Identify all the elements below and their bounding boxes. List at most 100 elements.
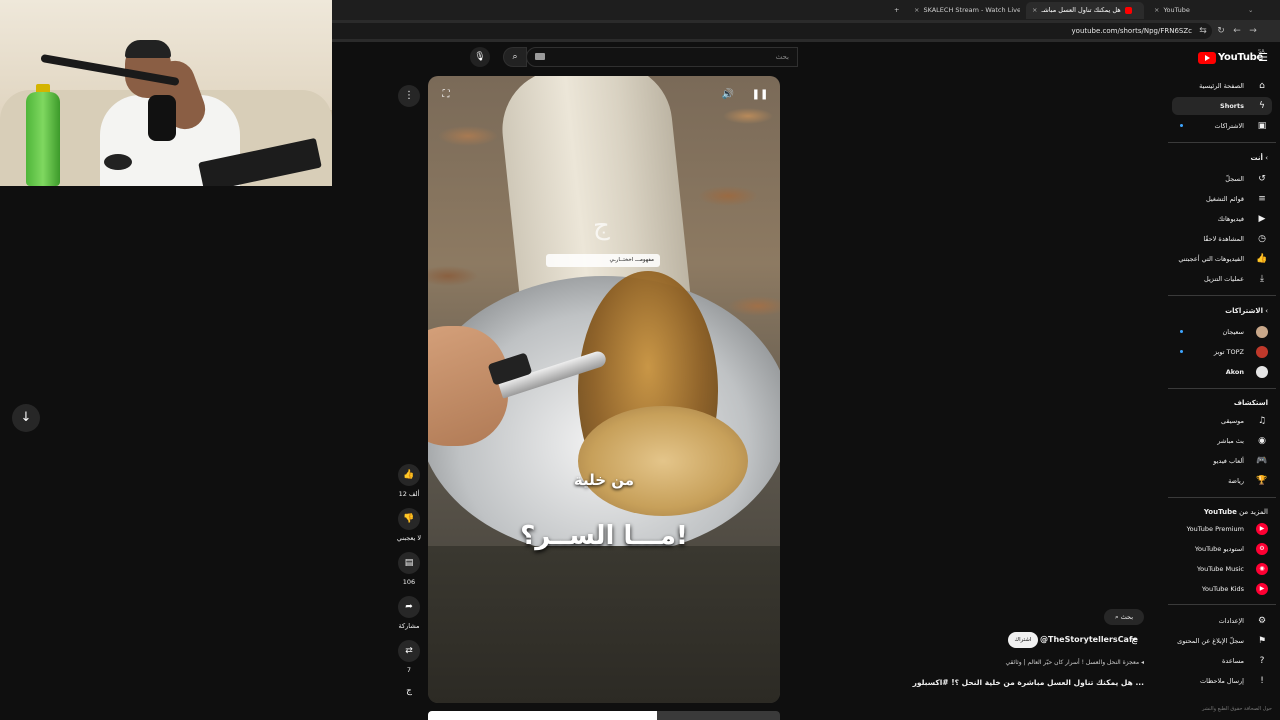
- comment-icon[interactable]: ▤: [398, 552, 420, 574]
- tab-search-icon[interactable]: ⌄: [1242, 2, 1272, 19]
- music-icon: ♫: [1257, 416, 1267, 426]
- remix-count: 7: [406, 666, 412, 674]
- channel-avatar: [1256, 326, 1268, 338]
- new-content-dot: [1180, 124, 1183, 127]
- sidebar-item-music-app[interactable]: ◉ YouTube Music: [1172, 560, 1272, 578]
- sidebar-item-settings[interactable]: ⚙ الإعدادات: [1172, 612, 1272, 630]
- left-panel: [0, 186, 332, 720]
- fullscreen-icon[interactable]: ⛶: [436, 85, 456, 105]
- sidebar-item-label: بث مباشر: [1217, 437, 1244, 445]
- sidebar-item-studio[interactable]: ⚙ YouTube استوديو: [1172, 540, 1272, 558]
- tab-title: هل يمكنك تناول العسل مباشـ: [1041, 6, 1121, 14]
- sidebar-item-kids[interactable]: ▶ YouTube Kids: [1172, 580, 1272, 598]
- microphone-icon[interactable]: 🎙: [470, 47, 490, 67]
- sidebar-item-report-history[interactable]: ⚑ سجلّ الإبلاغ عن المحتوى: [1172, 632, 1272, 650]
- new-content-dot: [1180, 330, 1183, 333]
- url-field[interactable]: youtube.com/shorts/Npg/FRN6SZc: [332, 23, 1212, 39]
- search-input[interactable]: بحث: [526, 47, 798, 67]
- sidebar-item-gaming[interactable]: 🎮 ألعاب فيديو: [1172, 452, 1272, 470]
- more-options-icon[interactable]: ⋮: [398, 85, 420, 107]
- sidebar-item-label: فيديوهاتك: [1217, 215, 1244, 223]
- search-button[interactable]: ⌕: [503, 47, 527, 67]
- share-icon[interactable]: ➦: [398, 596, 420, 618]
- remix-icon[interactable]: ⇄: [398, 640, 420, 662]
- sidebar-more-heading: YouTube المزيد من: [1203, 508, 1268, 516]
- shorts-video-player[interactable]: ج مفهومـــ اخختــارـي من خلية مـــا السـ…: [428, 76, 780, 703]
- sidebar-item-home[interactable]: ⌂ الصفحة الرئيسية: [1172, 77, 1272, 95]
- video-progress-fill: [428, 711, 657, 720]
- playlists-icon: ≡: [1258, 194, 1266, 204]
- sidebar-channel-item[interactable]: سعيجان: [1172, 323, 1272, 341]
- liked-icon: 👍: [1256, 254, 1268, 264]
- forward-icon[interactable]: →: [1246, 23, 1260, 39]
- sidebar-item-playlists[interactable]: ≡ قوائم التشغيل: [1172, 190, 1272, 208]
- new-tab-button[interactable]: +: [888, 2, 904, 19]
- site-settings-icon[interactable]: ⇆: [1196, 23, 1210, 39]
- tab-youtube[interactable]: × YouTube: [1148, 2, 1244, 19]
- sidebar-item-downloads[interactable]: ⤓ عمليات التنزيل: [1172, 270, 1272, 288]
- sidebar-item-label: YouTube Music: [1197, 565, 1244, 573]
- sidebar-item-watch-later[interactable]: ◷ المشاهدة لاحقًا: [1172, 230, 1272, 248]
- tab-stream[interactable]: × SKALECH Stream - Watch Live: [908, 2, 1020, 19]
- tab-title: SKALECH Stream - Watch Live: [923, 6, 1020, 14]
- youtube-logo[interactable]: YouTube SA: [1198, 49, 1265, 65]
- sidebar-item-label: ألعاب فيديو: [1213, 457, 1244, 465]
- sidebar-you-heading[interactable]: أنت ‹: [1172, 151, 1268, 165]
- search-comments-button[interactable]: ⌕ بحث: [1104, 609, 1144, 625]
- keyboard-icon[interactable]: [535, 53, 545, 60]
- share-action: ➦ مشاركة: [394, 596, 424, 630]
- sidebar-item-help[interactable]: ? مساعدة: [1172, 652, 1272, 670]
- close-icon[interactable]: ×: [1032, 6, 1037, 14]
- watch-later-icon: ◷: [1258, 234, 1266, 244]
- history-icon: ↺: [1258, 174, 1266, 184]
- channel-avatar[interactable]: ج: [1128, 634, 1140, 646]
- sidebar-item-liked[interactable]: 👍 الفيديوهات التي أعجبتني: [1172, 250, 1272, 268]
- sidebar-item-premium[interactable]: ▶ YouTube Premium: [1172, 520, 1272, 538]
- thumbs-down-icon[interactable]: 👎: [398, 508, 420, 530]
- channel-name[interactable]: @TheStorytellersCafe: [1040, 632, 1138, 648]
- dislike-label: لا يعجبني: [396, 534, 422, 542]
- close-icon[interactable]: ×: [1154, 6, 1159, 14]
- search-icon: ⌕: [512, 52, 518, 62]
- reload-icon[interactable]: ↻: [1214, 23, 1228, 39]
- video-caption-small: من خلية: [573, 471, 635, 489]
- sidebar-footer-links[interactable]: حول الصحافة حقوق الطبع والنشر: [1176, 706, 1272, 712]
- new-content-dot: [1180, 350, 1183, 353]
- volume-icon[interactable]: 🔊: [718, 85, 738, 105]
- youtube-premium-icon: ▶: [1256, 523, 1268, 535]
- sidebar-item-music[interactable]: ♫ موسيقى: [1172, 412, 1272, 430]
- back-icon[interactable]: ←: [1230, 23, 1244, 39]
- sidebar-item-shorts[interactable]: ϟ Shorts: [1172, 97, 1272, 115]
- tab-shorts-video[interactable]: × هل يمكنك تناول العسل مباشـ: [1026, 2, 1144, 19]
- youtube-kids-icon: ▶: [1256, 583, 1268, 595]
- arrow-down-icon[interactable]: ↓: [12, 404, 40, 432]
- sidebar-item-history[interactable]: ↺ السجلّ: [1172, 170, 1272, 188]
- sidebar-channel-item[interactable]: توبز TOPZ: [1172, 343, 1272, 361]
- video-description-link[interactable]: معجزة النحل والعسل ! أسرار كان حيّر العا…: [940, 659, 1145, 667]
- live-icon: ◉: [1258, 436, 1266, 446]
- sidebar-channel-item[interactable]: Akon: [1172, 363, 1272, 381]
- video-title[interactable]: هل يمكنك تناول العسل مباشرة من خلية النح…: [900, 678, 1144, 688]
- settings-icon: ⚙: [1257, 616, 1267, 626]
- url-text: youtube.com/shorts/Npg/FRN6SZc: [1071, 27, 1192, 35]
- sidebar-item-live[interactable]: ◉ بث مباشر: [1172, 432, 1272, 450]
- like-count: 12 ألف: [398, 490, 420, 498]
- channel-avatar: [1256, 366, 1268, 378]
- thumbs-up-icon[interactable]: 👍: [398, 464, 420, 486]
- sidebar-item-subscriptions[interactable]: ▣ الاشتراكات: [1172, 117, 1272, 135]
- sidebar-item-feedback[interactable]: ! إرسال ملاحظات: [1172, 672, 1272, 690]
- sidebar-item-label: قوائم التشغيل: [1205, 195, 1244, 203]
- help-icon: ?: [1259, 656, 1265, 666]
- pause-icon[interactable]: ❚❚: [750, 85, 770, 105]
- sidebar-item-label: Akon: [1225, 368, 1244, 376]
- sidebar-item-your-videos[interactable]: ▶ فيديوهاتك: [1172, 210, 1272, 228]
- sidebar-item-sports[interactable]: 🏆 رياضة: [1172, 472, 1272, 490]
- remix-action: ⇄ 7: [394, 640, 424, 674]
- subscribe-button[interactable]: اشتراك: [1008, 632, 1038, 648]
- sidebar-subscriptions-heading[interactable]: الاشتراكات ‹: [1172, 304, 1268, 318]
- close-icon[interactable]: ×: [914, 6, 919, 14]
- sidebar-item-label: موسيقى: [1221, 417, 1244, 425]
- video-progress-bar[interactable]: [428, 711, 780, 720]
- channel-thumbnail-icon[interactable]: ج: [403, 686, 415, 698]
- browser-tab-bar: × YouTube × هل يمكنك تناول العسل مباشـ × SK…: [332, 0, 1280, 20]
